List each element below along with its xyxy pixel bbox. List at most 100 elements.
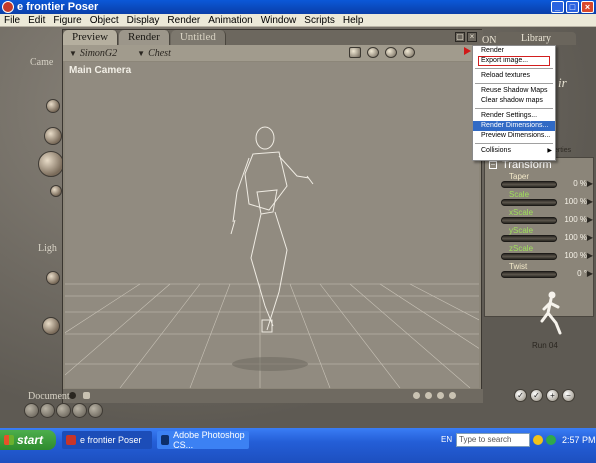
parameter-label: xScale: [509, 208, 534, 217]
parameter-menu-arrow-icon[interactable]: ▶: [587, 251, 593, 260]
menu-scripts[interactable]: Scripts: [300, 15, 339, 26]
close-button[interactable]: ×: [581, 1, 594, 13]
parameter-row: xScale 100 % ▶: [485, 208, 593, 226]
maximize-button[interactable]: □: [566, 1, 579, 13]
menu-item-collisions[interactable]: Collisions ▶: [473, 146, 555, 156]
camera-face-control[interactable]: [44, 127, 62, 145]
parameter-row: Taper 0 % ▶: [485, 172, 593, 190]
menu-item-clear-shadow-maps[interactable]: Clear shadow maps: [473, 96, 555, 106]
camera-icon[interactable]: [349, 47, 361, 58]
menu-help[interactable]: Help: [339, 15, 368, 26]
menu-separator: [475, 108, 553, 109]
taskbar-search-input[interactable]: Type to search: [456, 433, 530, 447]
display-style-circle-2[interactable]: [40, 403, 55, 418]
menu-edit[interactable]: Edit: [24, 15, 49, 26]
menu-item-render[interactable]: Render: [473, 46, 555, 56]
parameter-label: Scale: [509, 190, 530, 199]
parameter-label: yScale: [509, 226, 534, 235]
parameter-dial[interactable]: [501, 253, 557, 260]
menu-animation[interactable]: Animation: [204, 15, 256, 26]
parameter-menu-arrow-icon[interactable]: ▶: [587, 269, 593, 278]
light-icon[interactable]: [403, 47, 415, 58]
document-tabs: Preview Render Untitled: [63, 30, 483, 45]
taskbar-item-label: Adobe Photoshop CS...: [173, 430, 245, 450]
menu-display[interactable]: Display: [123, 15, 164, 26]
parameter-row: Twist 0 ° ▶: [485, 262, 593, 280]
document-toolbar: ▼ SimonG2 ▼ Chest: [63, 45, 483, 61]
parameter-value[interactable]: 100 %: [559, 215, 587, 224]
taskbar-item-photoshop[interactable]: Adobe Photoshop CS...: [157, 430, 249, 450]
menu-item-reload-textures[interactable]: Reload textures: [473, 71, 555, 81]
parameter-label: Taper: [509, 172, 530, 181]
display-style-circle-1[interactable]: [24, 403, 39, 418]
sphere-icon[interactable]: [367, 47, 379, 58]
menu-item-reuse-shadow-maps[interactable]: Reuse Shadow Maps: [473, 86, 555, 96]
menu-render[interactable]: Render: [163, 15, 204, 26]
display-style-circle-3[interactable]: [56, 403, 71, 418]
parameter-value[interactable]: 100 %: [559, 233, 587, 242]
pose-label: Run 04: [532, 341, 558, 350]
running-figure-icon: [540, 291, 562, 335]
parameter-dial[interactable]: [501, 199, 557, 206]
close-icon[interactable]: ×: [467, 32, 477, 42]
library-tab[interactable]: Library: [496, 32, 576, 45]
properties-tab-partial[interactable]: erties: [554, 147, 571, 154]
parameter-value[interactable]: 100 %: [559, 197, 587, 206]
parameter-dial[interactable]: [501, 181, 557, 188]
camera-controls-label: Came: [30, 57, 54, 68]
move-icon[interactable]: [385, 47, 397, 58]
menu-item-preview-dimensions[interactable]: Preview Dimensions...: [473, 131, 555, 141]
figure-selector[interactable]: ▼ SimonG2: [69, 48, 117, 59]
start-label: start: [17, 433, 44, 447]
poser-app-icon: [66, 435, 76, 445]
parameter-value[interactable]: 0 °: [559, 269, 587, 278]
document-display-strip: Document: [0, 388, 596, 428]
menu-window[interactable]: Window: [257, 15, 301, 26]
tab-render[interactable]: Render: [119, 30, 170, 45]
start-button[interactable]: start: [0, 430, 56, 450]
parameter-value[interactable]: 0 %: [559, 179, 587, 188]
camera-label: Main Camera: [69, 65, 132, 76]
menu-file[interactable]: File: [0, 15, 24, 26]
tab-preview[interactable]: Preview: [63, 30, 119, 45]
tray-network-icon[interactable]: [546, 435, 556, 445]
camera-move-control[interactable]: [50, 185, 62, 197]
photoshop-app-icon: [161, 435, 170, 445]
minimize-button[interactable]: _: [551, 1, 564, 13]
display-style-circle-4[interactable]: [72, 403, 87, 418]
parameter-menu-arrow-icon[interactable]: ▶: [587, 197, 593, 206]
actor-selector[interactable]: ▼ Chest: [137, 48, 171, 59]
tab-untitled[interactable]: Untitled: [170, 30, 226, 45]
taskbar-clock: 2:57 PM: [562, 435, 596, 445]
parameter-row: yScale 100 % ▶: [485, 226, 593, 244]
taskbar-item-poser[interactable]: e frontier Poser: [62, 431, 152, 449]
parameter-value[interactable]: 100 %: [559, 251, 587, 260]
chevron-down-icon: ▼: [137, 48, 146, 58]
menu-item-render-settings[interactable]: Render Settings...: [473, 111, 555, 121]
chevron-down-icon: ▼: [69, 48, 77, 58]
light-orb-1[interactable]: [46, 271, 60, 285]
parameter-menu-arrow-icon[interactable]: ▶: [587, 233, 593, 242]
menu-bar: File Edit Figure Object Display Render A…: [0, 14, 596, 27]
parameter-dial[interactable]: [501, 217, 557, 224]
pose-thumbnail[interactable]: Run 04: [532, 289, 566, 350]
display-style-circle-5[interactable]: [88, 403, 103, 418]
tray-search-icon[interactable]: [533, 435, 543, 445]
menu-item-export-image[interactable]: Export image...: [478, 56, 550, 66]
collapse-icon[interactable]: –: [489, 161, 497, 169]
menu-figure[interactable]: Figure: [49, 15, 85, 26]
light-orb-2[interactable]: [42, 317, 60, 335]
parameter-dial[interactable]: [501, 271, 557, 278]
menu-object[interactable]: Object: [86, 15, 123, 26]
language-indicator[interactable]: EN: [441, 435, 452, 444]
actor-selector-label: Chest: [148, 47, 171, 59]
camera-trackball[interactable]: [38, 151, 64, 177]
document-window: Preview Render Untitled ▢ × ▼ SimonG2 ▼ Ch…: [62, 29, 483, 403]
menu-item-render-dimensions[interactable]: Render Dimensions...: [473, 121, 555, 131]
parameter-menu-arrow-icon[interactable]: ▶: [587, 179, 593, 188]
parameter-dial[interactable]: [501, 235, 557, 242]
parameter-menu-arrow-icon[interactable]: ▶: [587, 215, 593, 224]
main-viewport[interactable]: Main Camera: [65, 62, 479, 388]
expand-icon[interactable]: ▢: [455, 32, 465, 42]
camera-hand-control[interactable]: [46, 99, 60, 113]
